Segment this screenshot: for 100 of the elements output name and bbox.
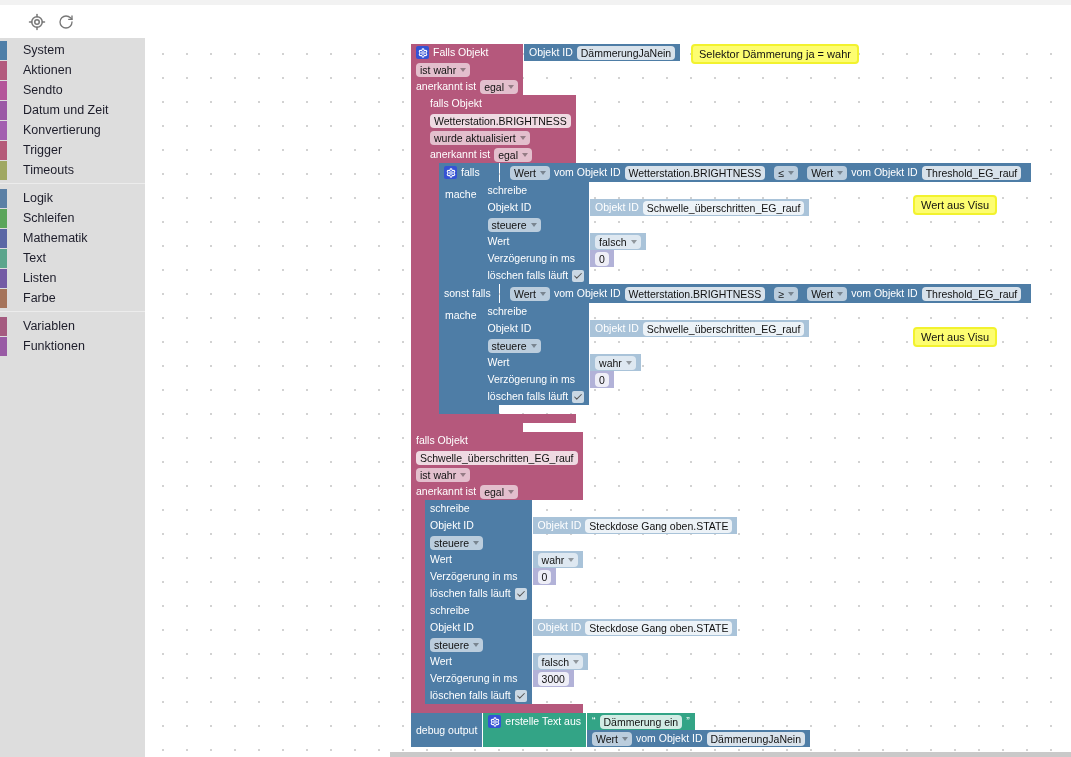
dropdown[interactable]: Wert xyxy=(807,165,848,180)
toolbox-category[interactable]: Variablen xyxy=(0,316,145,336)
block-label: falls xyxy=(461,165,480,180)
dropdown[interactable]: egal xyxy=(494,147,532,162)
text-field[interactable]: 0 xyxy=(595,372,609,387)
dropdown[interactable]: ist wahr xyxy=(416,62,471,77)
text-field[interactable]: Wetterstation.BRIGHTNESS xyxy=(624,165,766,180)
text-field[interactable]: Threshold_EG_rauf xyxy=(921,165,1022,180)
toolbox-category[interactable]: Datum und Zeit xyxy=(0,100,145,120)
block-label: vom Objekt ID xyxy=(636,731,703,746)
toolbox-category[interactable]: Konvertierung xyxy=(0,120,145,140)
block-label: Objekt ID xyxy=(537,518,582,533)
gear-icon[interactable] xyxy=(444,166,457,179)
text-field[interactable]: 0 xyxy=(537,569,552,584)
text-field[interactable]: Schwelle_überschritten_EG_rauf xyxy=(642,321,805,336)
block-label: Objekt ID xyxy=(595,321,639,336)
text-field[interactable]: DämmerungJaNein xyxy=(706,731,805,746)
text-field[interactable]: Steckdose Gang oben.STATE xyxy=(585,620,733,635)
dropdown[interactable]: egal xyxy=(480,484,518,499)
caret-icon xyxy=(625,360,632,365)
dropdown[interactable]: egal xyxy=(480,79,518,94)
checkbox[interactable] xyxy=(572,269,585,282)
dropdown[interactable]: steuere xyxy=(487,217,541,232)
toolbox-category[interactable]: Trigger xyxy=(0,140,145,160)
block-label: falls Objekt xyxy=(416,433,468,448)
caret-icon xyxy=(508,84,514,89)
category-label: Text xyxy=(23,251,46,265)
caret-icon xyxy=(788,170,795,175)
block-label: ” xyxy=(686,714,690,729)
toolbox-category[interactable]: Mathematik xyxy=(0,228,145,248)
toolbox-category[interactable]: Logik xyxy=(0,188,145,208)
dropdown[interactable]: Wert xyxy=(510,286,550,301)
dropdown[interactable]: wahr xyxy=(595,355,636,370)
text-field[interactable]: Steckdose Gang oben.STATE xyxy=(585,518,733,533)
checkbox[interactable] xyxy=(514,689,527,702)
block-label: löschen falls läuft xyxy=(430,688,511,703)
checkbox[interactable] xyxy=(514,587,527,600)
toolbox-category[interactable]: Sendto xyxy=(0,80,145,100)
horizontal-scrollbar[interactable] xyxy=(390,752,1071,757)
refresh-button[interactable] xyxy=(58,13,74,30)
block-label: vom Objekt ID xyxy=(554,165,621,180)
dropdown[interactable]: steuere xyxy=(487,338,541,353)
toolbox-category[interactable]: Funktionen xyxy=(0,336,145,356)
block-label: schreibe xyxy=(430,501,470,516)
toolbox-category[interactable]: Schleifen xyxy=(0,208,145,228)
text-field[interactable]: 0 xyxy=(595,251,609,266)
category-label: Farbe xyxy=(23,291,56,305)
caret-icon xyxy=(522,152,528,157)
gear-icon[interactable] xyxy=(488,715,502,728)
comment-note[interactable]: Wert aus Visu xyxy=(913,327,998,347)
text-field[interactable]: Threshold_EG_rauf xyxy=(921,286,1022,301)
toolbox-category[interactable]: Farbe xyxy=(0,288,145,308)
toolbox-category[interactable]: Text xyxy=(0,248,145,268)
toolbox-category[interactable]: Listen xyxy=(0,268,145,288)
category-label: Logik xyxy=(23,191,53,205)
block-label: Wert xyxy=(430,552,452,567)
toolbox-category[interactable]: Aktionen xyxy=(0,60,145,80)
toolbox-category[interactable]: System xyxy=(0,40,145,60)
category-label: Mathematik xyxy=(23,231,88,245)
caret-icon xyxy=(837,170,844,175)
category-label: Schleifen xyxy=(23,211,75,225)
comment-note[interactable]: Selektor Dämmerung ja = wahr xyxy=(691,44,859,64)
caret-icon xyxy=(837,291,844,296)
dropdown[interactable]: falsch xyxy=(537,654,583,669)
block-label: löschen falls läuft xyxy=(430,586,511,601)
dropdown[interactable]: wurde aktualisiert xyxy=(430,130,530,145)
dropdown[interactable]: ≥ xyxy=(774,286,799,301)
dropdown[interactable]: steuere xyxy=(430,535,484,550)
category-label: Sendto xyxy=(23,83,63,97)
dropdown[interactable]: wahr xyxy=(537,552,579,567)
text-field[interactable]: Schwelle_überschritten_EG_rauf xyxy=(642,200,805,215)
block-label: Objekt ID xyxy=(595,200,639,215)
category-label: Datum und Zeit xyxy=(23,103,109,117)
checkbox[interactable] xyxy=(572,390,585,403)
dropdown[interactable]: ≤ xyxy=(774,165,799,180)
dropdown[interactable]: steuere xyxy=(430,637,484,652)
toolbox-category[interactable]: Timeouts xyxy=(0,160,145,180)
block-label: “ xyxy=(592,714,596,729)
text-field[interactable]: 3000 xyxy=(537,671,569,686)
block-label: Falls Objekt xyxy=(433,45,489,60)
caret-icon xyxy=(540,170,546,175)
block-label: mache xyxy=(445,188,477,200)
dropdown[interactable]: falsch xyxy=(595,234,641,249)
dropdown[interactable]: Wert xyxy=(510,165,550,180)
block-label: vom Objekt ID xyxy=(851,165,918,180)
locate-button[interactable] xyxy=(28,12,46,31)
dropdown[interactable]: Wert xyxy=(807,286,848,301)
comment-note[interactable]: Wert aus Visu xyxy=(913,195,998,215)
block-label: falls Objekt xyxy=(430,96,482,111)
text-field[interactable]: Dämmerung ein xyxy=(599,714,683,729)
block-label: Verzögerung in ms xyxy=(430,569,518,584)
text-field[interactable]: DämmerungJaNein xyxy=(576,45,676,60)
text-field[interactable]: Wetterstation.BRIGHTNESS xyxy=(624,286,766,301)
block-label: Wert xyxy=(487,355,510,370)
text-field[interactable]: Schwelle_überschritten_EG_rauf xyxy=(416,450,578,465)
text-field[interactable]: Wetterstation.BRIGHTNESS xyxy=(430,113,571,128)
block-label: Objekt ID xyxy=(529,45,573,60)
dropdown[interactable]: Wert xyxy=(592,731,632,746)
gear-icon[interactable] xyxy=(416,46,429,59)
dropdown[interactable]: ist wahr xyxy=(416,467,471,482)
